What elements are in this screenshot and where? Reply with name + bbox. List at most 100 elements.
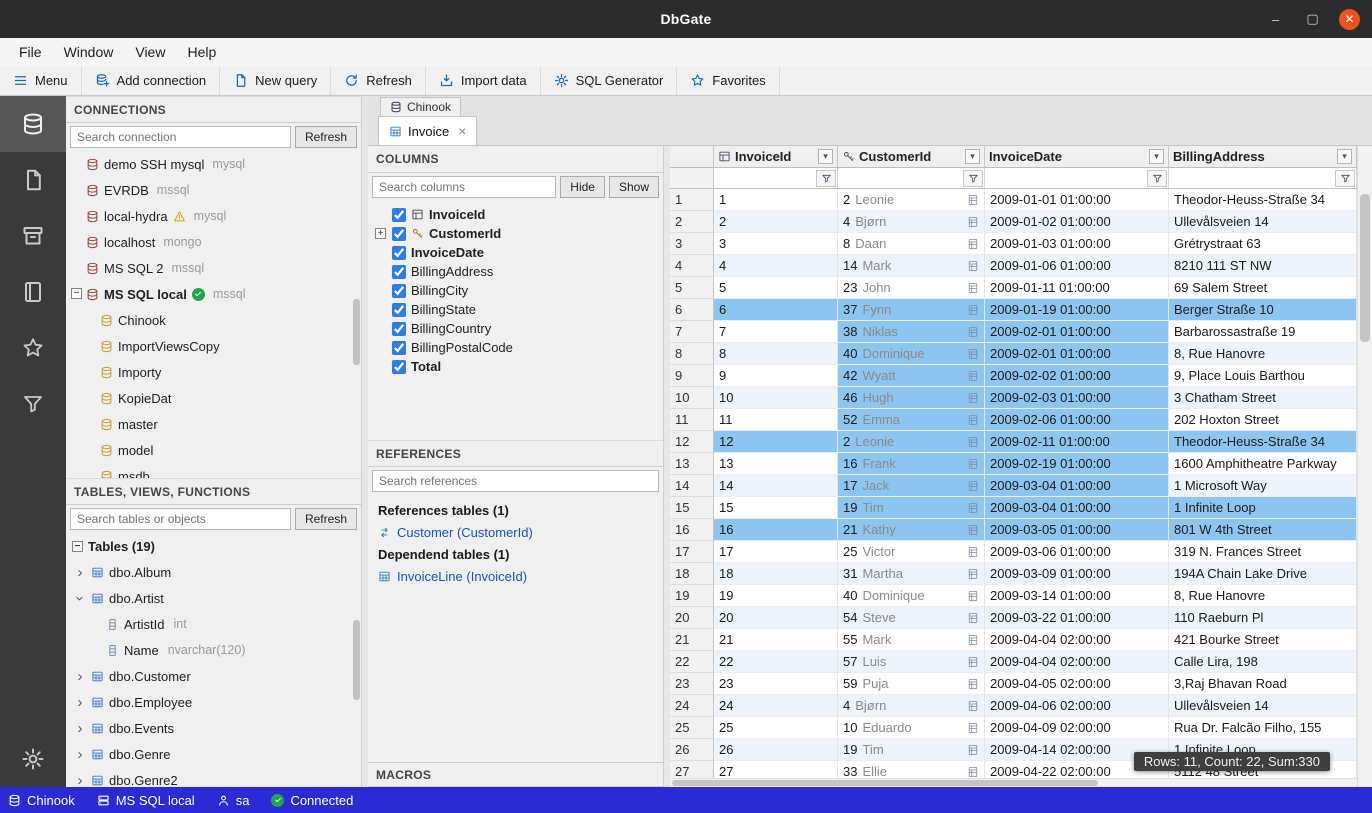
- database-importviewscopy[interactable]: ImportViewsCopy: [66, 333, 361, 359]
- row-number-26[interactable]: 26: [670, 739, 714, 761]
- connection-localhost[interactable]: localhostmongo: [66, 229, 361, 255]
- columns-show-button[interactable]: Show: [609, 176, 659, 198]
- cell-billingaddress[interactable]: 8, Rue Hanovre: [1169, 343, 1357, 365]
- open-reference-icon[interactable]: [967, 370, 979, 382]
- open-reference-icon[interactable]: [967, 282, 979, 294]
- scrollbar-thumb[interactable]: [353, 299, 360, 365]
- group-tables-19[interactable]: −Tables (19): [66, 533, 361, 559]
- column-checkbox-billingcity[interactable]: [392, 284, 406, 298]
- chevron-icon[interactable]: ›: [74, 695, 86, 710]
- open-reference-icon[interactable]: [967, 414, 979, 426]
- filter-input-invoicedate[interactable]: [985, 171, 1146, 185]
- connection-search-input[interactable]: [70, 126, 291, 148]
- cell-customerid[interactable]: 4Bjørn: [838, 211, 985, 233]
- statusbar-sa[interactable]: sa: [217, 793, 250, 808]
- column-item-billingpostalcode[interactable]: BillingPostalCode: [374, 338, 663, 357]
- cell-invoiceid[interactable]: 17: [714, 541, 838, 563]
- row-number-18[interactable]: 18: [670, 563, 714, 585]
- cell-invoiceid[interactable]: 13: [714, 453, 838, 475]
- row-number-13[interactable]: 13: [670, 453, 714, 475]
- cell-customerid[interactable]: 40Dominique: [838, 585, 985, 607]
- scrollbar-thumb[interactable]: [672, 780, 1098, 786]
- cell-customerid[interactable]: 54Steve: [838, 607, 985, 629]
- cell-invoicedate[interactable]: 2009-04-05 02:00:00: [985, 673, 1169, 695]
- column-checkbox-customerid[interactable]: [392, 227, 406, 241]
- cell-invoiceid[interactable]: 5: [714, 277, 838, 299]
- cell-invoiceid[interactable]: 14: [714, 475, 838, 497]
- cell-invoicedate[interactable]: 2009-03-04 01:00:00: [985, 475, 1169, 497]
- cell-invoiceid[interactable]: 10: [714, 387, 838, 409]
- open-reference-icon[interactable]: [967, 590, 979, 602]
- cell-billingaddress[interactable]: 8210 111 ST NW: [1169, 255, 1357, 277]
- filter-input-invoiceid[interactable]: [714, 171, 815, 185]
- cell-invoicedate[interactable]: 2009-01-06 01:00:00: [985, 255, 1169, 277]
- row-number-25[interactable]: 25: [670, 717, 714, 739]
- row-number-4[interactable]: 4: [670, 255, 714, 277]
- cell-invoiceid[interactable]: 3: [714, 233, 838, 255]
- cell-invoiceid[interactable]: 7: [714, 321, 838, 343]
- open-reference-icon[interactable]: [967, 524, 979, 536]
- cell-customerid[interactable]: 4Bjørn: [838, 695, 985, 717]
- statusbar-ms-sql-local[interactable]: MS SQL local: [97, 793, 195, 808]
- references-panel-header[interactable]: REFERENCES: [368, 440, 663, 467]
- cell-invoiceid[interactable]: 19: [714, 585, 838, 607]
- database-chinook[interactable]: Chinook: [66, 307, 361, 333]
- row-number-11[interactable]: 11: [670, 409, 714, 431]
- columns-hide-button[interactable]: Hide: [560, 176, 605, 198]
- open-reference-icon[interactable]: [967, 722, 979, 734]
- cell-billingaddress[interactable]: Ullevålsveien 14: [1169, 695, 1357, 717]
- cell-billingaddress[interactable]: 1 Microsoft Way: [1169, 475, 1357, 497]
- cell-invoiceid[interactable]: 4: [714, 255, 838, 277]
- cell-customerid[interactable]: 40Dominique: [838, 343, 985, 365]
- cell-billingaddress[interactable]: 202 Hoxton Street: [1169, 409, 1357, 431]
- cell-customerid[interactable]: 19Tim: [838, 739, 985, 761]
- cell-invoicedate[interactable]: 2009-03-05 01:00:00: [985, 519, 1169, 541]
- row-number-22[interactable]: 22: [670, 651, 714, 673]
- row-number-10[interactable]: 10: [670, 387, 714, 409]
- cell-customerid[interactable]: 2Leonie: [838, 431, 985, 453]
- statusbar-chinook[interactable]: Chinook: [8, 793, 75, 808]
- cell-customerid[interactable]: 52Emma: [838, 409, 985, 431]
- cell-invoicedate[interactable]: 2009-03-14 01:00:00: [985, 585, 1169, 607]
- cell-invoicedate[interactable]: 2009-03-04 01:00:00: [985, 497, 1169, 519]
- database-importy[interactable]: Importy: [66, 359, 361, 385]
- cell-invoiceid[interactable]: 22: [714, 651, 838, 673]
- toolbar-sql-generator-button[interactable]: SQL Generator: [541, 66, 678, 95]
- menu-window[interactable]: Window: [53, 40, 125, 64]
- table-dbo-album[interactable]: ›dbo.Album: [66, 559, 361, 585]
- toolbar-add-connection-button[interactable]: Add connection: [82, 66, 221, 95]
- connection-local-hydra[interactable]: local-hydramysql: [66, 203, 361, 229]
- chevron-icon[interactable]: ›: [74, 747, 86, 762]
- iconbar-book-icon[interactable]: [0, 264, 66, 320]
- column-item-billingcountry[interactable]: BillingCountry: [374, 319, 663, 338]
- chevron-icon[interactable]: ›: [73, 592, 88, 604]
- columns-search-input[interactable]: [372, 176, 556, 198]
- cell-customerid[interactable]: 59Puja: [838, 673, 985, 695]
- cell-invoiceid[interactable]: 24: [714, 695, 838, 717]
- column-header-invoicedate[interactable]: InvoiceDate▾: [985, 146, 1169, 167]
- table-dbo-genre[interactable]: ›dbo.Genre: [66, 741, 361, 767]
- tables-panel-header[interactable]: TABLES, VIEWS, FUNCTIONS: [66, 478, 361, 505]
- column-checkbox-invoicedate[interactable]: [392, 246, 406, 260]
- reference-link-customer-customerid[interactable]: Customer (CustomerId): [378, 521, 653, 543]
- filter-funnel-icon[interactable]: [963, 170, 983, 187]
- open-reference-icon[interactable]: [967, 436, 979, 448]
- row-number-20[interactable]: 20: [670, 607, 714, 629]
- cell-billingaddress[interactable]: Rua Dr. Falcão Filho, 155: [1169, 717, 1357, 739]
- cell-invoicedate[interactable]: 2009-02-02 01:00:00: [985, 365, 1169, 387]
- column-artistid[interactable]: ArtistIdint: [66, 611, 361, 637]
- connection-ms-sql-local[interactable]: −MS SQL localmssql: [66, 281, 361, 307]
- column-menu-chevron-icon[interactable]: ▾: [1337, 149, 1352, 164]
- cell-billingaddress[interactable]: 319 N. Frances Street: [1169, 541, 1357, 563]
- cell-invoiceid[interactable]: 2: [714, 211, 838, 233]
- cell-invoiceid[interactable]: 11: [714, 409, 838, 431]
- iconbar-star-icon[interactable]: [0, 320, 66, 376]
- filter-input-billingaddress[interactable]: [1169, 171, 1334, 185]
- cell-invoiceid[interactable]: 20: [714, 607, 838, 629]
- cell-invoicedate[interactable]: 2009-01-01 01:00:00: [985, 189, 1169, 211]
- cell-invoicedate[interactable]: 2009-02-01 01:00:00: [985, 343, 1169, 365]
- cell-billingaddress[interactable]: Grétrystraat 63: [1169, 233, 1357, 255]
- database-group-tab[interactable]: Chinook: [380, 97, 461, 116]
- cell-customerid[interactable]: 55Mark: [838, 629, 985, 651]
- cell-customerid[interactable]: 42Wyatt: [838, 365, 985, 387]
